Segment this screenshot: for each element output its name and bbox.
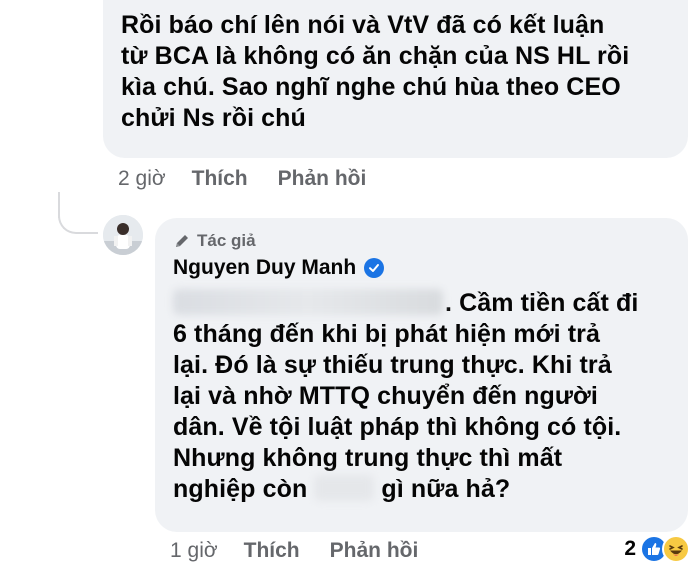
top-comment-line: kìa chú. Sao nghĩ nghe chú hùa theo CEO — [121, 73, 621, 101]
blurred-mention — [173, 289, 443, 315]
verified-badge-icon — [364, 258, 385, 278]
reaction-summary[interactable]: 2 — [624, 535, 690, 563]
reply-line: dân. Về tội luật pháp thì không có tội. — [173, 413, 622, 441]
top-comment-bubble: Rồi báo chí lên nói và VtV đã có kết luậ… — [103, 0, 688, 158]
reply-comment-like-button[interactable]: Thích — [244, 539, 300, 563]
reply-line-start: nghiệp còn — [173, 475, 315, 503]
thread-connector — [58, 196, 98, 234]
author-name[interactable]: Nguyen Duy Manh — [173, 256, 356, 280]
avatar[interactable] — [103, 215, 143, 255]
reply-line: lại và nhờ MTTQ chuyển đến người — [173, 382, 598, 410]
author-badge-label: Tác giả — [197, 231, 256, 250]
reply-comment-bubble: Tác giả Nguyen Duy Manh . Cầm tiền cất đ… — [155, 218, 688, 532]
reply-line-end: gì nữa hả? — [374, 475, 511, 503]
reaction-icons — [640, 535, 690, 563]
reply-text: . Cầm tiền cất đi 6 tháng đến khi bị phá… — [173, 288, 670, 505]
top-comment-reply-button[interactable]: Phản hồi — [278, 167, 367, 191]
reply-line-rest: . Cầm tiền cất đi — [445, 289, 639, 317]
reply-line: Nhưng không trung thực thì mất — [173, 444, 563, 472]
author-name-row: Nguyen Duy Manh — [173, 256, 670, 280]
top-comment-like-button[interactable]: Thích — [192, 167, 248, 191]
author-badge: Tác giả — [173, 230, 670, 252]
reply-line: . Cầm tiền cất đi — [173, 288, 670, 319]
reply-line: lại. Đó là sự thiếu trung thực. Khi trả — [173, 351, 612, 379]
top-comment-line: chửi Ns rồi chú — [121, 104, 306, 132]
reaction-count: 2 — [624, 537, 636, 560]
reply-line: nghiệp còn gì nữa hả? — [173, 474, 670, 505]
reply-comment-actions: 1 giờ Thích Phản hồi — [170, 539, 448, 563]
top-comment-line: từ BCA là không có ăn chặn của NS HL rồi — [121, 42, 630, 70]
pencil-icon — [176, 235, 188, 247]
top-comment-line: Rồi báo chí lên nói và VtV đã có kết luậ… — [121, 11, 605, 39]
reply-comment-time[interactable]: 1 giờ — [170, 539, 218, 563]
haha-icon — [662, 535, 690, 563]
reply-line: 6 tháng đến khi bị phát hiện mới trả — [173, 320, 600, 348]
reply-comment-reply-button[interactable]: Phản hồi — [330, 539, 419, 563]
blurred-word — [314, 475, 375, 501]
avatar-image — [103, 215, 143, 255]
top-comment-actions: 2 giờ Thích Phản hồi — [118, 167, 396, 191]
top-comment-time[interactable]: 2 giờ — [118, 167, 166, 191]
